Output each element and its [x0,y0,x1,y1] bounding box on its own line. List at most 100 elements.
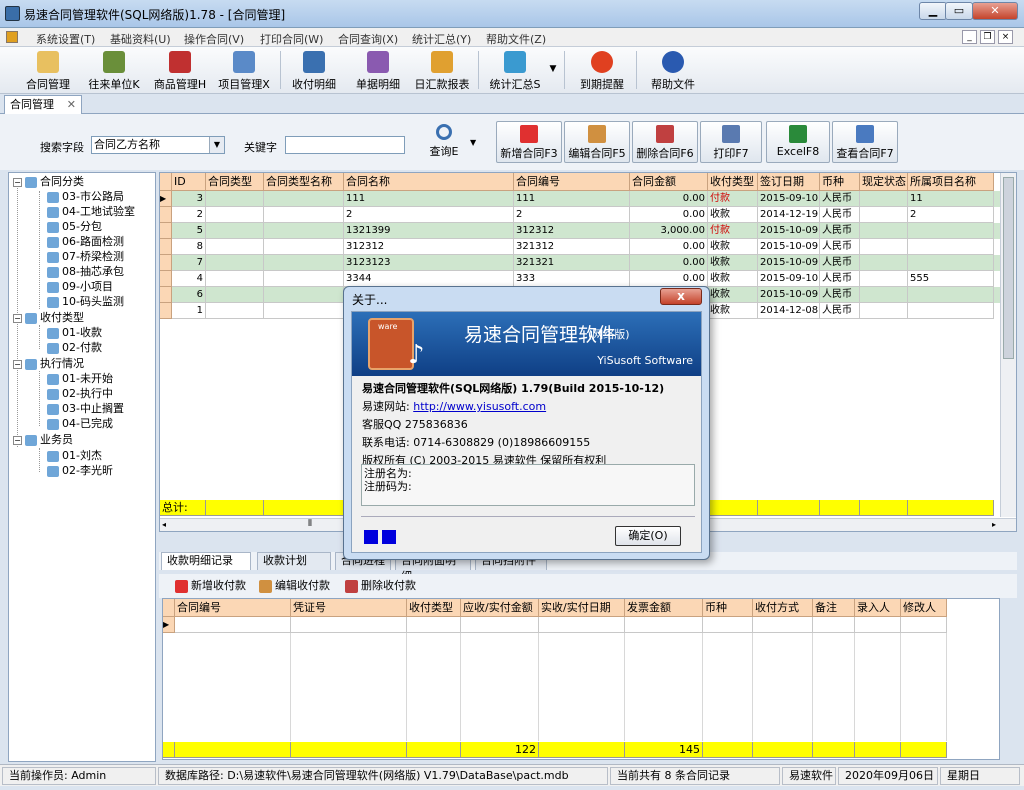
tree-item[interactable]: 04-已完成 [47,416,113,431]
toolbar-daily-report[interactable]: 日汇款报表 [410,49,474,91]
column-header[interactable]: 收付类型 [407,599,461,617]
dialog-close-button[interactable]: x [660,288,702,305]
tree-group-salesperson[interactable]: − 业务员 [13,432,73,447]
tree-item[interactable]: 05-分包 [47,219,102,234]
toolbar-contract-manage[interactable]: 合同管理 [16,49,80,91]
menu-print[interactable]: 打印合同(W) [260,31,323,47]
website-link[interactable]: http://www.yisusoft.com [413,400,546,413]
ok-button[interactable]: 确定(O) [615,526,681,546]
print-button[interactable]: 打印F7 [700,121,762,163]
tree-item[interactable]: 01-未开始 [47,371,113,386]
column-header[interactable]: 合同编号 [514,173,630,191]
tree-item[interactable]: 07-桥梁检测 [47,249,124,264]
column-header[interactable]: 合同类型 [206,173,264,191]
table-row[interactable]: 4 3344 333 0.00 收款 2015-09-10 人民币 555 [160,271,1000,287]
menu-basic-data[interactable]: 基础资料(U) [110,31,171,47]
menu-contract-ops[interactable]: 操作合同(V) [184,31,244,47]
table-row[interactable]: ▶ 3 111 111 0.00 付款 2015-09-10 人民币 11 [160,191,1000,207]
column-header[interactable]: 合同名称 [344,173,514,191]
query-dropdown-arrow[interactable]: ▼ [470,138,476,147]
menu-system[interactable]: 系统设置(T) [36,31,95,47]
column-header[interactable]: 合同编号 [175,599,291,617]
tree-item[interactable]: 03-中止搁置 [47,401,124,416]
menu-query[interactable]: 合同查询(X) [338,31,398,47]
edit-contract-button[interactable]: 编辑合同F5 [564,121,630,163]
column-header[interactable]: 应收/实付金额 [461,599,539,617]
tree-group-payment-type[interactable]: − 收付类型 [13,310,84,325]
delete-contract-button[interactable]: 删除合同F6 [632,121,698,163]
toolbar-document-detail[interactable]: 单据明细 [348,49,408,91]
tree-group-execution[interactable]: − 执行情况 [13,356,84,371]
tree-item[interactable]: 10-码头监测 [47,294,124,309]
column-header[interactable]: 币种 [703,599,753,617]
close-button[interactable]: ✕ [972,2,1018,20]
mdi-restore-button[interactable]: ❐ [980,30,995,44]
minimize-button[interactable]: ▁ [919,2,947,20]
tree-item[interactable]: 08-抽芯承包 [47,264,124,279]
statistics-dropdown-arrow[interactable]: ▼ [546,49,560,91]
tree-item[interactable]: 02-执行中 [47,386,113,401]
toolbar-partners[interactable]: 往来单位K [82,49,146,91]
about-banner: ware ♪ 易速合同管理软件 (网络版) YiSusoft Software [352,312,701,376]
column-header[interactable]: 修改人 [901,599,947,617]
tree-item[interactable]: 01-收款 [47,325,102,340]
view-contract-button[interactable]: 查看合同F7 [832,121,898,163]
scroll-right-icon[interactable]: ▸ [992,520,996,529]
table-row[interactable]: 7 3123123 321321 0.00 收款 2015-10-09 人民币 [160,255,1000,271]
tree-item[interactable]: 09-小项目 [47,279,113,294]
column-header[interactable]: 备注 [813,599,855,617]
menu-statistics[interactable]: 统计汇总(Y) [412,31,471,47]
tree-group-contract-category[interactable]: − 合同分类 [13,174,84,189]
column-header[interactable]: 合同类型名称 [264,173,344,191]
subtab-receipt-records[interactable]: 收款明细记录 [161,552,251,570]
column-header[interactable]: 签订日期 [758,173,820,191]
search-field-select[interactable]: 合同乙方名称 ▼ [91,136,225,154]
tree-item[interactable]: 06-路面检测 [47,234,124,249]
help-icon [662,51,684,73]
toolbar-payment-detail[interactable]: 收付明细 [284,49,344,91]
new-contract-button[interactable]: 新增合同F3 [496,121,562,163]
column-header[interactable]: 实收/实付日期 [539,599,625,617]
keyword-input[interactable] [285,136,405,154]
toolbar-products[interactable]: 商品管理H [148,49,212,91]
column-header[interactable]: 合同金额 [630,173,708,191]
tree-item[interactable]: 04-工地试验室 [47,204,135,219]
add-payment-button[interactable]: 新增收付款 [175,577,246,593]
menu-help[interactable]: 帮助文件(Z) [486,31,546,47]
tab-close-icon[interactable]: ✕ [67,96,76,113]
mdi-close-button[interactable]: × [998,30,1013,44]
column-header[interactable]: 凭证号 [291,599,407,617]
column-header[interactable]: 收付方式 [753,599,813,617]
scroll-left-icon[interactable]: ◂ [162,520,173,530]
subtab-receipt-plan[interactable]: 收款计划 [257,552,331,570]
table-row[interactable]: 8 312312 321312 0.00 收款 2015-10-09 人民币 [160,239,1000,255]
tree-item[interactable]: 02-付款 [47,340,102,355]
delete-payment-button[interactable]: 删除收付款 [345,577,416,593]
scroll-thumb[interactable] [1003,177,1014,359]
table-row[interactable]: ▶ [163,617,999,633]
column-header[interactable]: ID [172,173,206,191]
tab-contract-manage[interactable]: 合同管理 ✕ [4,95,82,114]
tree-item[interactable]: 02-李光昕 [47,463,113,478]
tree-item[interactable]: 03-市公路局 [47,189,124,204]
toolbar-help[interactable]: 帮助文件 [642,49,704,91]
column-header[interactable]: 收付类型 [708,173,758,191]
column-header[interactable]: 发票金额 [625,599,703,617]
table-row[interactable]: 5 1321399 312312 3,000.00 付款 2015-10-09 人民币 [160,223,1000,239]
mdi-minimize-button[interactable]: _ [962,30,977,44]
table-cell: 312312 [514,223,630,239]
toolbar-due-reminder[interactable]: 到期提醒 [572,49,632,91]
toolbar-projects[interactable]: 项目管理X [212,49,276,91]
column-header[interactable]: 币种 [820,173,860,191]
query-button[interactable]: 查询E [426,124,462,160]
maximize-button[interactable]: ▭ [945,2,973,20]
toolbar-statistics[interactable]: 统计汇总S [484,49,546,91]
table-row[interactable]: 2 2 2 0.00 收款 2014-12-19 人民币 2 [160,207,1000,223]
grid-vertical-scrollbar[interactable] [1000,173,1016,517]
column-header[interactable]: 录入人 [855,599,901,617]
column-header[interactable]: 所属项目名称 [908,173,994,191]
excel-button[interactable]: ExcelF8 [766,121,830,163]
column-header[interactable]: 现定状态 [860,173,908,191]
tree-item[interactable]: 01-刘杰 [47,448,102,463]
edit-payment-button[interactable]: 编辑收付款 [259,577,330,593]
